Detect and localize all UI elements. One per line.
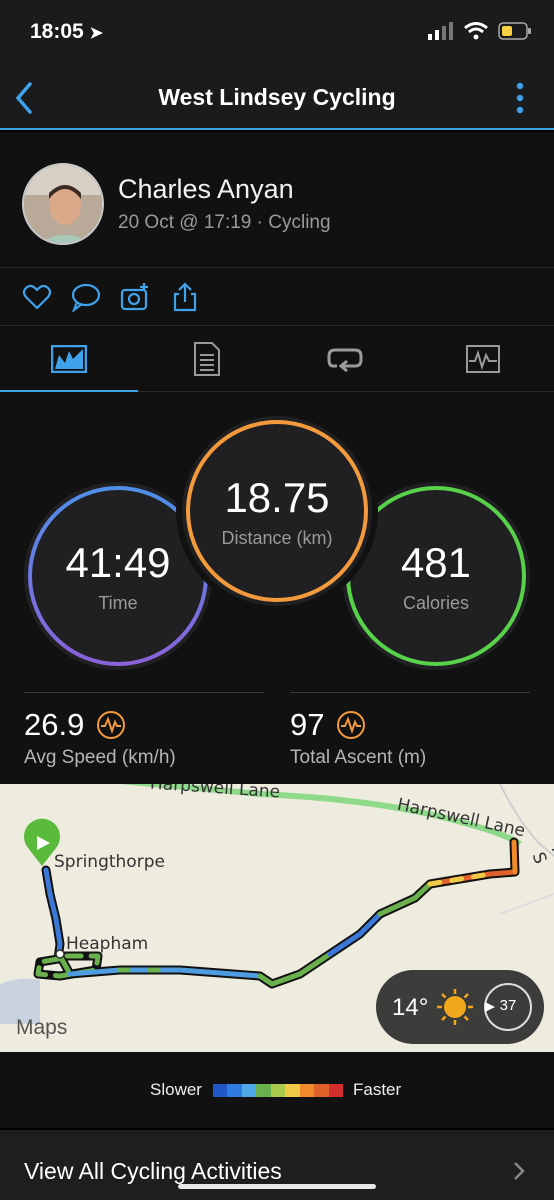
legend-swatch: [227, 1084, 242, 1097]
battery-icon: [498, 22, 531, 40]
chevron-right-icon: [514, 1162, 525, 1180]
legend-swatch: [256, 1084, 271, 1097]
status-bar: 18:05 ➤: [0, 0, 554, 66]
action-bar: [0, 268, 554, 326]
avg-speed-value: 26.9: [24, 707, 85, 742]
avg-speed-label: Avg Speed (km/h): [24, 747, 176, 768]
activity-date-type: 20 Oct @ 17:19 · Cycling: [118, 212, 331, 233]
status-icons: [428, 22, 532, 40]
legend-color-bar: [213, 1084, 343, 1097]
tab-charts[interactable]: [414, 326, 552, 392]
status-time: 18:05 ➤: [30, 20, 103, 43]
loop-icon: [327, 348, 363, 372]
legend-swatch: [328, 1084, 343, 1097]
comment-icon[interactable]: [71, 282, 101, 312]
location-arrow-icon: ➤: [89, 25, 103, 42]
like-icon[interactable]: [22, 282, 52, 312]
legend-swatch: [241, 1084, 257, 1097]
total-ascent-value: 97: [290, 707, 325, 742]
nav-bar: West Lindsey Cycling: [0, 66, 554, 130]
total-ascent-metric: 97 Total Ascent (m): [290, 692, 530, 769]
tab-overview[interactable]: [0, 326, 138, 393]
share-icon[interactable]: [170, 282, 200, 312]
legend-swatch: [314, 1084, 329, 1097]
apple-maps-attribution[interactable]: Maps: [16, 1016, 67, 1040]
tab-details[interactable]: [138, 326, 276, 392]
sun-icon: [437, 989, 473, 1025]
activity-header: Charles Anyan 20 Oct @ 17:19 · Cycling: [0, 132, 554, 268]
document-icon: [194, 342, 220, 376]
home-indicator: [178, 1184, 376, 1189]
distance-ring: 18.75 Distance (km): [182, 416, 372, 606]
total-ascent-label: Total Ascent (m): [290, 747, 427, 768]
more-options-icon[interactable]: [516, 82, 524, 114]
avg-speed-metric: 26.9 Avg Speed (km/h): [24, 692, 264, 769]
legend-swatch: [270, 1084, 286, 1097]
avatar[interactable]: [22, 163, 104, 245]
map-chart-icon: [51, 345, 87, 373]
speed-legend: Slower Faster: [0, 1052, 554, 1128]
wind-compass: 37: [484, 983, 532, 1031]
heart-rate-pulse-icon[interactable]: [336, 710, 366, 740]
view-all-activities-row[interactable]: View All Cycling Activities: [0, 1130, 554, 1200]
wifi-icon: [464, 22, 488, 40]
athlete-name[interactable]: Charles Anyan: [118, 174, 294, 205]
heart-rate-pulse-icon[interactable]: [96, 710, 126, 740]
weather-temp: 14°: [392, 994, 429, 1021]
weather-widget[interactable]: 14° 37: [376, 970, 544, 1044]
legend-faster-label: Faster: [353, 1080, 402, 1099]
graph-icon: [466, 345, 500, 373]
add-photo-icon[interactable]: [120, 282, 150, 312]
view-all-label: View All Cycling Activities: [24, 1158, 282, 1184]
place-label-springthorpe: Springthorpe: [54, 852, 165, 872]
signal-icon: [428, 22, 453, 40]
tab-bar: [0, 326, 554, 393]
legend-swatch: [213, 1084, 228, 1097]
legend-slower-label: Slower: [150, 1080, 202, 1099]
wind-direction-icon: [485, 1002, 495, 1012]
stats-panel: 41:49 Time 481 Calories 18.75 Distance (…: [0, 392, 554, 784]
place-label-heapham: Heapham: [66, 934, 149, 954]
page-title: West Lindsey Cycling: [158, 84, 396, 110]
tab-laps[interactable]: [276, 326, 414, 392]
legend-swatch: [299, 1084, 315, 1097]
legend-swatch: [285, 1084, 300, 1097]
